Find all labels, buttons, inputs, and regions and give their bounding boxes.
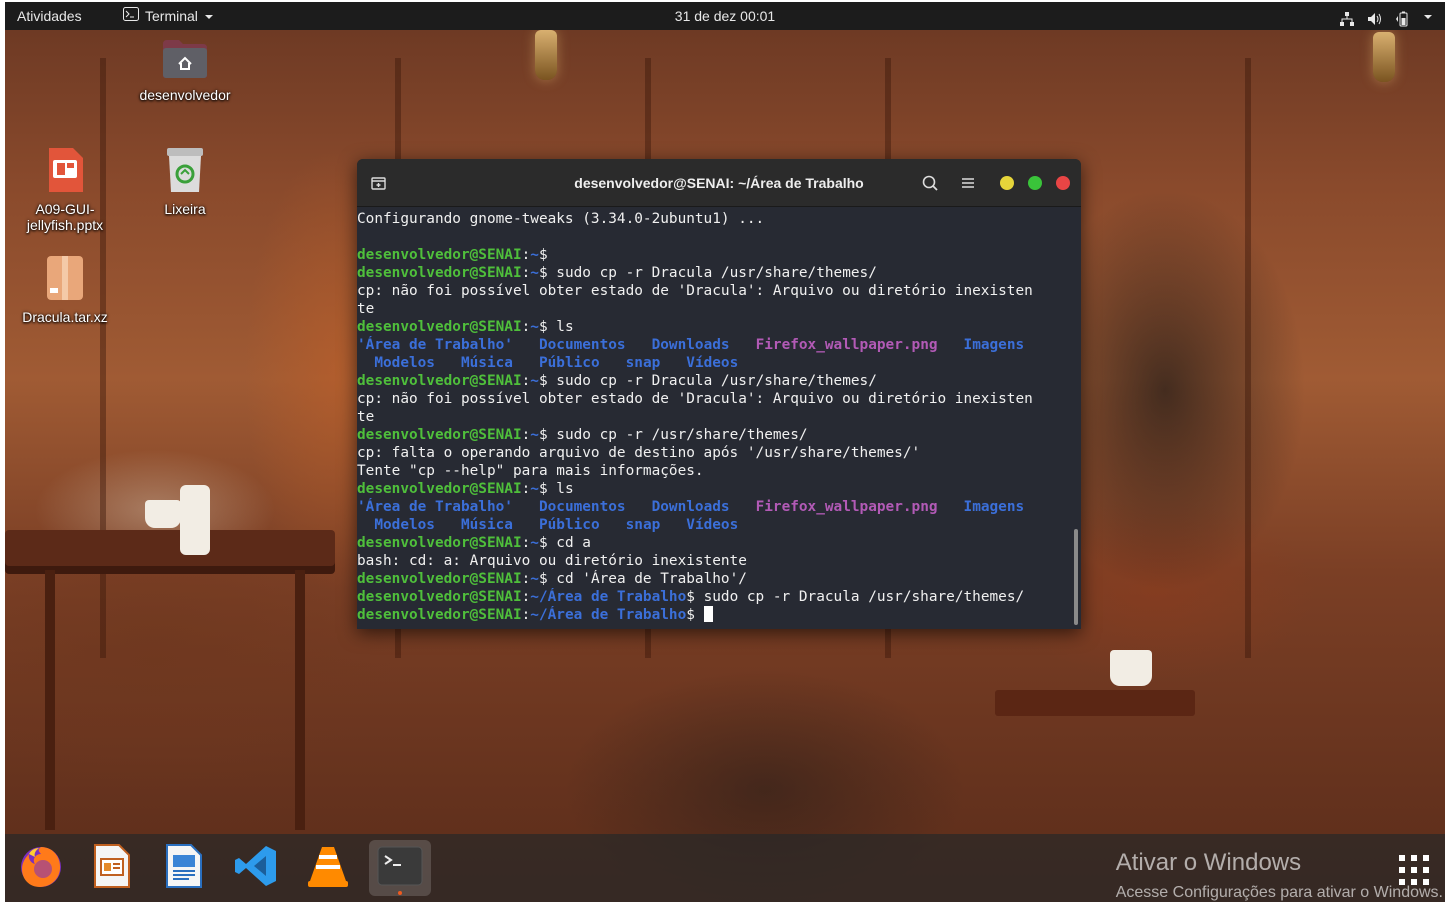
terminal-line: desenvolvedor@SENAI:~$ sudo cp -r Dracul…: [357, 373, 877, 389]
terminal-ls-output: Modelos Música Público snap Vídeos: [374, 517, 739, 533]
terminal-ls-output: 'Área de Trabalho' Documentos Downloads …: [357, 337, 1025, 353]
terminal-line: cp: não foi possível obter estado de 'Dr…: [357, 391, 1033, 407]
terminal-line: te: [357, 301, 375, 317]
terminal-scrollbar[interactable]: [1071, 207, 1081, 629]
terminal-ls-output: 'Área de Trabalho' Documentos Downloads …: [357, 499, 1025, 515]
desktop-icon-archive[interactable]: Dracula.tar.xz: [10, 254, 120, 325]
running-indicator: [398, 891, 402, 895]
presentation-file-icon: [10, 146, 120, 197]
writer-icon: [163, 843, 205, 893]
volume-icon: [1367, 8, 1383, 25]
terminal-app-icon: [123, 2, 139, 30]
dock-terminal[interactable]: [369, 840, 431, 896]
desktop-icon-pptx[interactable]: A09-GUI-jellyfish.pptx: [10, 146, 120, 233]
text-cursor: [703, 606, 713, 622]
terminal-line: Configurando gnome-tweaks (3.34.0-2ubunt…: [357, 211, 765, 227]
terminal-line: desenvolvedor@SENAI:~$ ls: [357, 319, 574, 335]
network-wired-icon: [1339, 8, 1355, 26]
terminal-line: Tente "cp --help" para mais informações.: [357, 463, 704, 479]
watermark-title: Ativar o Windows: [1115, 849, 1302, 876]
dock-firefox[interactable]: [10, 840, 72, 896]
terminal-window[interactable]: desenvolvedor@SENAI: ~/Área de Trabalho …: [357, 159, 1081, 629]
battery-icon: [1395, 8, 1411, 27]
system-tray[interactable]: [1339, 2, 1433, 30]
top-bar: Atividades Terminal 31 de dez 00:01: [5, 2, 1445, 30]
desktop-icon-label: desenvolvedor: [139, 87, 231, 103]
terminal-ls-output: Modelos Música Público snap Vídeos: [374, 355, 739, 371]
minimize-button[interactable]: [1000, 176, 1014, 190]
terminal-line: bash: cd: a: Arquivo ou diretório inexis…: [357, 553, 747, 569]
terminal-line: desenvolvedor@SENAI:~$: [357, 247, 557, 263]
hamburger-menu-icon[interactable]: [958, 173, 978, 193]
terminal-headerbar[interactable]: desenvolvedor@SENAI: ~/Área de Trabalho: [357, 159, 1081, 207]
app-menu-button[interactable]: Terminal: [123, 2, 214, 30]
chevron-down-icon: [204, 2, 214, 30]
terminal-line: desenvolvedor@SENAI:~$ sudo cp -r Dracul…: [357, 265, 877, 281]
dock-impress[interactable]: [81, 840, 143, 896]
app-menu-label: Terminal: [145, 8, 198, 24]
desktop-icon-label: Dracula.tar.xz: [22, 309, 108, 325]
terminal-line: desenvolvedor@SENAI:~$ ls: [357, 481, 574, 497]
chevron-down-icon: [1423, 2, 1433, 30]
clock[interactable]: 31 de dez 00:01: [675, 8, 775, 24]
trash-icon: [130, 146, 240, 197]
windows-activation-watermark: Ativar o Windows Acesse Configurações pa…: [1116, 848, 1443, 902]
impress-icon: [91, 843, 133, 893]
home-folder-icon: [130, 38, 240, 83]
dock-vscode[interactable]: [225, 840, 287, 896]
terminal-line: cp: falta o operando arquivo de destino …: [357, 445, 921, 461]
activities-button[interactable]: Atividades: [17, 2, 82, 30]
dock-vlc[interactable]: [297, 840, 359, 896]
terminal-line: desenvolvedor@SENAI:~/Área de Trabalho$ …: [357, 589, 1025, 605]
terminal-output[interactable]: Configurando gnome-tweaks (3.34.0-2ubunt…: [357, 207, 1071, 629]
desktop-icon-label: Lixeira: [164, 201, 206, 217]
scrollbar-thumb[interactable]: [1074, 529, 1078, 625]
vlc-icon: [306, 843, 350, 893]
desktop-icon-label: A09-GUI-jellyfish.pptx: [26, 201, 104, 233]
terminal-line: desenvolvedor@SENAI:~$ sudo cp -r /usr/s…: [357, 427, 808, 443]
maximize-button[interactable]: [1028, 176, 1042, 190]
vscode-icon: [233, 843, 279, 893]
firefox-icon: [17, 842, 65, 894]
terminal-icon: [377, 846, 423, 890]
close-button[interactable]: [1056, 176, 1070, 190]
terminal-line: te: [357, 409, 375, 425]
terminal-line: desenvolvedor@SENAI:~$ cd a: [357, 535, 591, 551]
dock-writer[interactable]: [153, 840, 215, 896]
desktop-icon-trash[interactable]: Lixeira: [130, 146, 240, 217]
watermark-subtitle: Acesse Configurações para ativar o Windo…: [1115, 884, 1443, 901]
terminal-line: cp: não foi possível obter estado de 'Dr…: [357, 283, 1033, 299]
archive-file-icon: [10, 254, 120, 305]
terminal-current-prompt[interactable]: desenvolvedor@SENAI:~/Área de Trabalho$: [357, 606, 1071, 624]
search-icon[interactable]: [920, 173, 940, 193]
terminal-line: desenvolvedor@SENAI:~$ cd 'Área de Traba…: [357, 571, 747, 587]
desktop-icon-home[interactable]: desenvolvedor: [130, 38, 240, 103]
screen: Atividades Terminal 31 de dez 00:01 dese…: [5, 2, 1445, 902]
